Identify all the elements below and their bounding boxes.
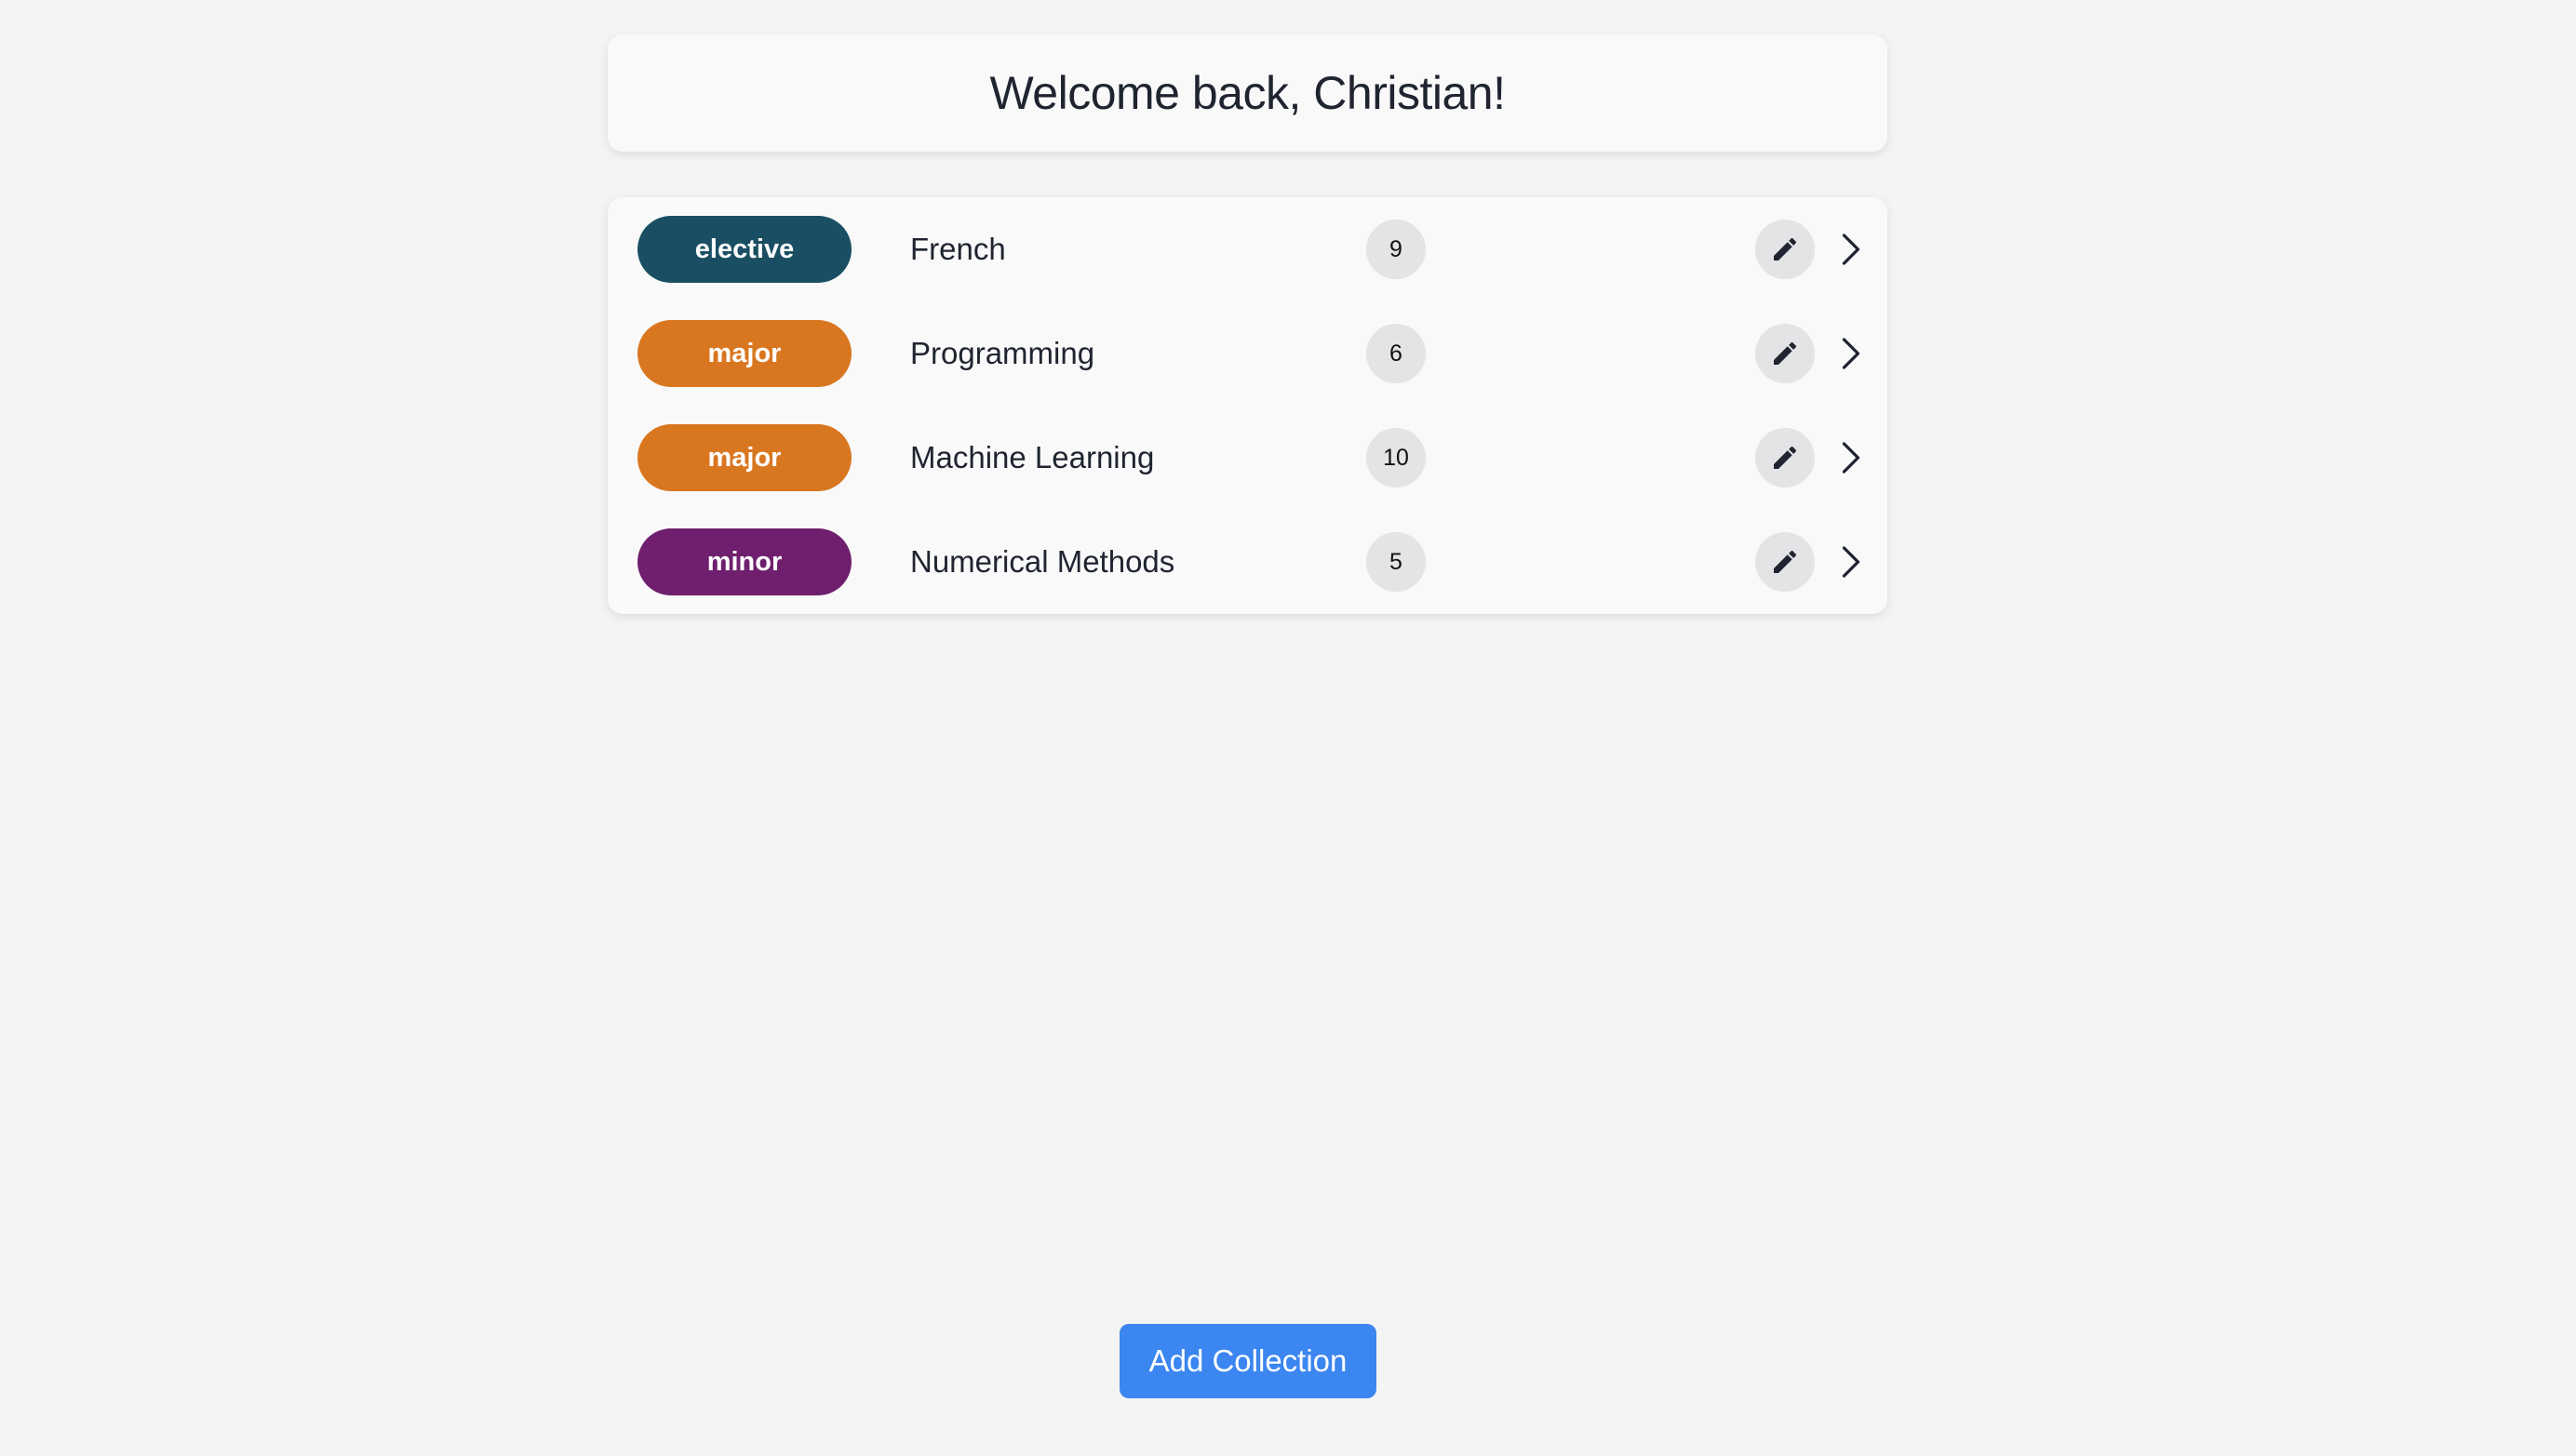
collection-name: Machine Learning [910,440,1155,474]
edit-collection-button[interactable] [1755,532,1815,592]
open-collection-button[interactable] [1838,435,1864,480]
chevron-right-icon [1842,442,1860,474]
collection-row: elective French 9 [608,197,1887,301]
open-collection-button[interactable] [1838,540,1864,584]
welcome-card: Welcome back, Christian! [608,34,1887,152]
collection-name: Programming [910,336,1095,370]
edit-collection-button[interactable] [1755,220,1815,279]
category-badge: elective [637,216,852,283]
edit-collection-button[interactable] [1755,428,1815,488]
category-badge: major [637,424,852,491]
category-badge: major [637,320,852,387]
collection-list: elective French 9 major Programming 6 ma… [608,197,1887,614]
item-count-badge: 5 [1366,532,1426,592]
category-badge: minor [637,528,852,595]
pencil-icon [1774,237,1797,260]
collection-row: minor Numerical Methods 5 [608,510,1887,614]
page-title: Welcome back, Christian! [989,67,1506,119]
chevron-right-icon [1842,546,1860,578]
chevron-right-icon [1842,234,1860,265]
item-count-badge: 6 [1366,324,1426,383]
pencil-icon [1774,550,1797,573]
collection-row: major Programming 6 [608,301,1887,406]
pencil-icon [1774,341,1797,365]
collection-row: major Machine Learning 10 [608,406,1887,510]
item-count-badge: 10 [1366,428,1426,488]
chevron-right-icon [1842,338,1860,369]
edit-collection-button[interactable] [1755,324,1815,383]
item-count-badge: 9 [1366,220,1426,279]
add-collection-button[interactable]: Add Collection [1120,1324,1376,1398]
collection-name: Numerical Methods [910,544,1175,579]
open-collection-button[interactable] [1838,227,1864,272]
open-collection-button[interactable] [1838,331,1864,376]
collection-name: French [910,232,1006,266]
pencil-icon [1774,446,1797,469]
